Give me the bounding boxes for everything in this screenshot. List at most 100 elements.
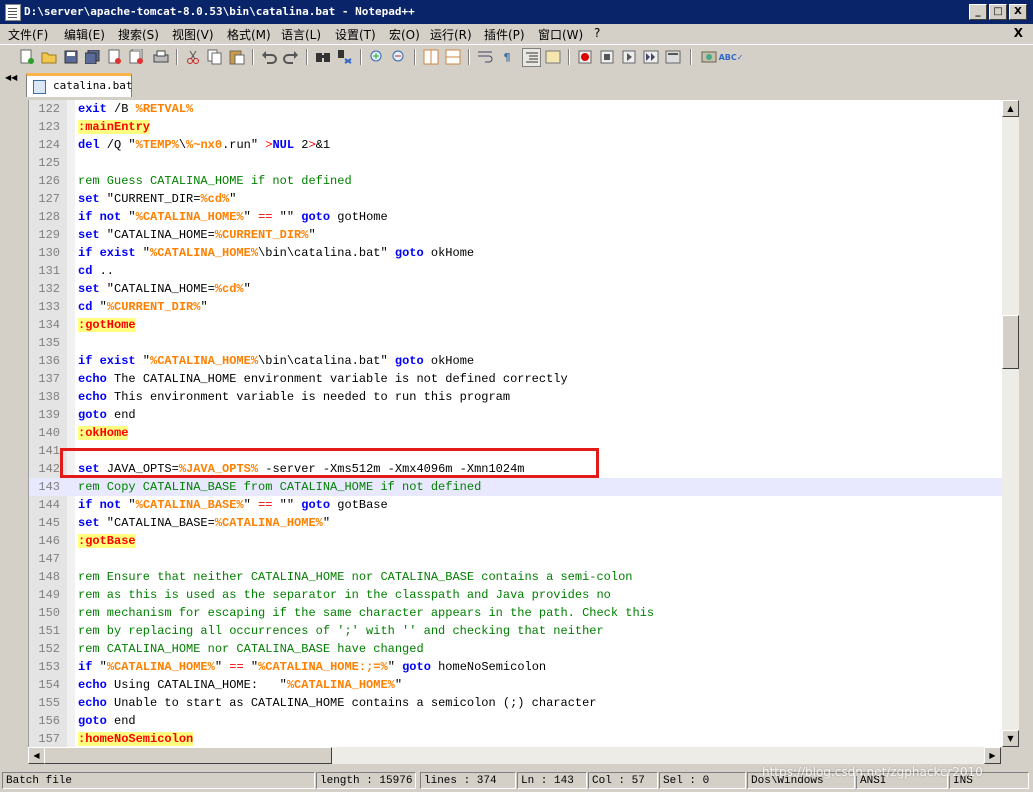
code-line[interactable]: 154 echo Using CATALINA_HOME: "%CATALINA_… <box>29 676 1002 694</box>
undo-icon[interactable] <box>260 48 278 66</box>
code-editor[interactable]: 122 exit /B %RETVAL% 123:mainEntry 124 del /… <box>28 100 1002 747</box>
user-language-icon[interactable] <box>544 48 562 66</box>
word-wrap-icon[interactable] <box>476 48 494 66</box>
menu-help[interactable]: ? <box>594 26 600 40</box>
code-line[interactable]: 124 del /Q "%TEMP%\%~nx0.run" >NUL 2>&1 <box>29 136 1002 154</box>
code-line[interactable]: 156 goto end <box>29 712 1002 730</box>
scroll-up-icon[interactable]: ▲ <box>1002 100 1019 117</box>
code-line[interactable]: 148 rem Ensure that neither CATALINA_HOME… <box>29 568 1002 586</box>
menu-plugins[interactable]: 插件(P) <box>484 26 525 43</box>
tab-scroll-arrows-icon[interactable]: ◀◀ <box>5 73 17 82</box>
find-icon[interactable] <box>314 48 332 66</box>
code-token: del <box>78 138 100 152</box>
notepad-app-icon[interactable] <box>5 4 21 21</box>
menu-language[interactable]: 语言(L) <box>281 26 321 43</box>
launch-browser-icon[interactable] <box>700 48 718 66</box>
menu-view[interactable]: 视图(V) <box>172 26 214 43</box>
close-file-icon[interactable] <box>106 48 124 66</box>
code-line[interactable]: 157:homeNoSemicolon <box>29 730 1002 747</box>
menu-settings[interactable]: 设置(T) <box>335 26 376 43</box>
code-line[interactable]: 155 echo Unable to start as CATALINA_HOME… <box>29 694 1002 712</box>
code-line[interactable]: 140:okHome <box>29 424 1002 442</box>
code-line[interactable]: 145 set "CATALINA_BASE=%CATALINA_HOME%" <box>29 514 1002 532</box>
save-macro-icon[interactable] <box>664 48 682 66</box>
line-number: 144 <box>38 498 60 512</box>
code-line[interactable]: 146:gotBase <box>29 532 1002 550</box>
replace-icon[interactable] <box>336 48 354 66</box>
code-line[interactable]: 134:gotHome <box>29 316 1002 334</box>
code-line[interactable]: 127 set "CURRENT_DIR=%cd%" <box>29 190 1002 208</box>
menu-macro[interactable]: 宏(O) <box>389 26 420 43</box>
code-line[interactable]: 136 if exist "%CATALINA_HOME%\bin\catalin… <box>29 352 1002 370</box>
zoom-out-icon[interactable] <box>390 48 408 66</box>
save-all-icon[interactable] <box>84 48 102 66</box>
scroll-down-icon[interactable]: ▼ <box>1002 730 1019 747</box>
code-line[interactable]: 151 rem by replacing all occurrences of '… <box>29 622 1002 640</box>
code-line[interactable]: 129 set "CATALINA_HOME=%CURRENT_DIR%" <box>29 226 1002 244</box>
open-file-icon[interactable] <box>40 48 58 66</box>
scroll-right-icon[interactable]: ▶ <box>984 747 1001 764</box>
code-line[interactable]: 138 echo This environment variable is nee… <box>29 388 1002 406</box>
copy-icon[interactable] <box>206 48 224 66</box>
menu-edit[interactable]: 编辑(E) <box>64 26 105 43</box>
line-code: echo This environment variable is needed… <box>78 388 510 406</box>
code-line[interactable]: 132 set "CATALINA_HOME=%cd%" <box>29 280 1002 298</box>
maximize-button[interactable]: □ <box>989 4 1007 20</box>
code-line[interactable]: 150 rem mechanism for escaping if the sam… <box>29 604 1002 622</box>
vertical-scrollbar[interactable]: ▲ ▼ <box>1002 100 1019 747</box>
code-line[interactable]: 133 cd "%CURRENT_DIR%" <box>29 298 1002 316</box>
code-line[interactable]: 139 goto end <box>29 406 1002 424</box>
code-line[interactable]: 152 rem CATALINA_HOME nor CATALINA_BASE h… <box>29 640 1002 658</box>
play-macro-icon[interactable] <box>620 48 638 66</box>
print-icon[interactable] <box>152 48 170 66</box>
sync-horizontal-icon[interactable] <box>444 48 462 66</box>
spell-check-icon[interactable]: ABC✓ <box>719 48 744 66</box>
cut-icon[interactable] <box>184 48 202 66</box>
minimize-button[interactable]: _ <box>969 4 987 20</box>
save-icon[interactable] <box>62 48 80 66</box>
code-line[interactable]: 128 if not "%CATALINA_HOME%" == "" goto g… <box>29 208 1002 226</box>
close-document-button[interactable]: X <box>1014 26 1023 40</box>
code-line[interactable]: 122 exit /B %RETVAL% <box>29 100 1002 118</box>
line-number: 156 <box>38 714 60 728</box>
code-line[interactable]: 137 echo The CATALINA_HOME environment va… <box>29 370 1002 388</box>
close-button[interactable]: X <box>1009 4 1027 20</box>
code-token: %CATALINA_HOME% <box>150 354 259 368</box>
line-number: 133 <box>38 300 60 314</box>
code-line[interactable]: 126 rem Guess CATALINA_HOME if not define… <box>29 172 1002 190</box>
code-line[interactable]: 144 if not "%CATALINA_BASE%" == "" goto g… <box>29 496 1002 514</box>
horizontal-scrollbar[interactable]: ◀ ▶ <box>28 747 1001 764</box>
run-macro-multiple-icon[interactable] <box>642 48 660 66</box>
code-token: /Q " <box>99 138 136 152</box>
code-line[interactable]: 135 <box>29 334 1002 352</box>
code-line[interactable]: 149 rem as this is used as the separator … <box>29 586 1002 604</box>
code-line[interactable]: 125 <box>29 154 1002 172</box>
stop-macro-icon[interactable] <box>598 48 616 66</box>
horizontal-scroll-thumb[interactable] <box>44 747 332 764</box>
zoom-in-icon[interactable] <box>368 48 386 66</box>
menu-format[interactable]: 格式(M) <box>227 26 271 43</box>
indent-guide-icon[interactable] <box>522 48 541 67</box>
show-all-characters-icon[interactable]: ¶ <box>498 48 516 66</box>
menu-run[interactable]: 运行(R) <box>430 26 472 43</box>
vertical-scroll-thumb[interactable] <box>1002 315 1019 369</box>
record-macro-icon[interactable] <box>576 48 594 66</box>
menu-window[interactable]: 窗口(W) <box>538 26 583 43</box>
scroll-left-icon[interactable]: ◀ <box>28 747 45 764</box>
menu-search[interactable]: 搜索(S) <box>118 26 159 43</box>
code-token: rem as this is used as the separator in … <box>78 588 611 602</box>
menu-file[interactable]: 文件(F) <box>8 26 48 43</box>
tab-catalina-bat[interactable]: catalina.bat <box>26 73 132 97</box>
code-line[interactable]: 143 rem Copy CATALINA_BASE from CATALINA_… <box>29 478 1002 496</box>
paste-icon[interactable] <box>228 48 246 66</box>
new-file-icon[interactable] <box>18 48 36 66</box>
code-line[interactable]: 153 if "%CATALINA_HOME%" == "%CATALINA_HO… <box>29 658 1002 676</box>
redo-icon[interactable] <box>282 48 300 66</box>
sync-vertical-icon[interactable] <box>422 48 440 66</box>
close-all-icon[interactable] <box>128 48 146 66</box>
code-line[interactable]: 130 if exist "%CATALINA_HOME%\bin\catalin… <box>29 244 1002 262</box>
code-line[interactable]: 123:mainEntry <box>29 118 1002 136</box>
code-line[interactable]: 131 cd .. <box>29 262 1002 280</box>
code-line[interactable]: 147 <box>29 550 1002 568</box>
line-code: rem by replacing all occurrences of ';' … <box>78 622 604 640</box>
